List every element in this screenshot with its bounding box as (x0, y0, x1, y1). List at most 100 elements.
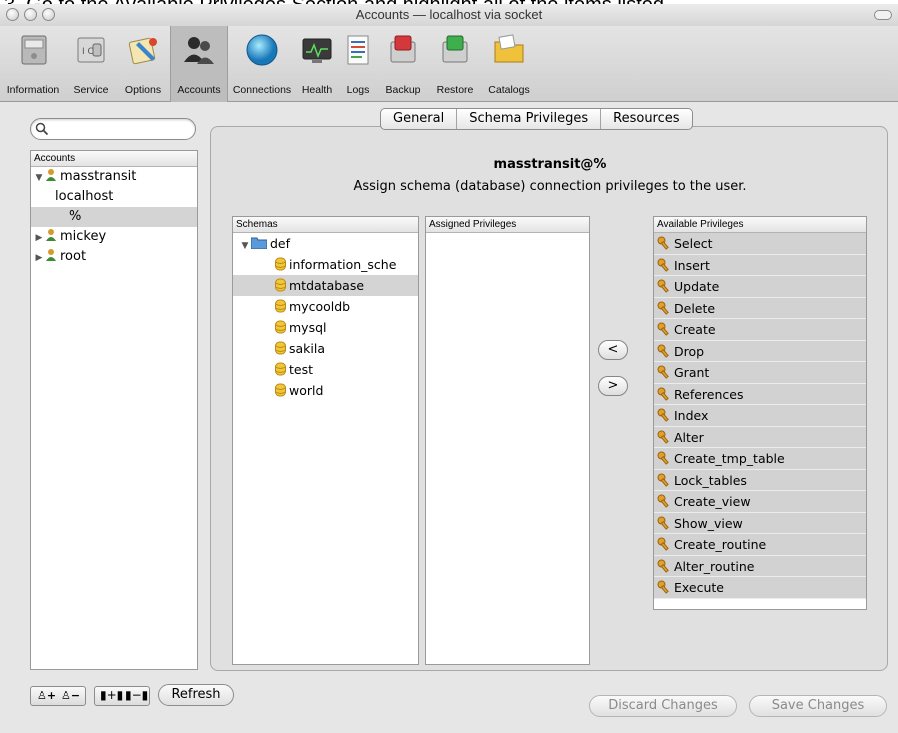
privilege-key-icon (657, 430, 669, 444)
toolbar-service[interactable]: I O Service (66, 26, 116, 102)
privilege-item[interactable]: Execute (654, 577, 866, 599)
privilege-key-icon (657, 279, 669, 293)
privilege-key-icon (657, 387, 669, 401)
search-input[interactable] (30, 118, 196, 140)
account-root[interactable]: ▶ root (31, 247, 197, 267)
add-host-icon[interactable]: ▮+▮ (100, 688, 123, 702)
toolbar-catalogs[interactable]: Catalogs (482, 26, 536, 102)
disclosure-open-icon[interactable]: ▼ (33, 168, 45, 188)
privilege-item[interactable]: Insert (654, 254, 866, 276)
panel-description: Assign schema (database) connection priv… (353, 179, 747, 194)
discard-changes-button[interactable]: Discard Changes (589, 695, 737, 717)
privilege-item[interactable]: Select (654, 233, 866, 255)
privilege-key-icon (657, 236, 669, 250)
toolbar-logs[interactable]: Logs (340, 26, 376, 102)
connections-globe-icon (246, 34, 278, 66)
privilege-key-icon (657, 301, 669, 315)
privilege-item[interactable]: Create_view (654, 491, 866, 513)
user-icon (46, 249, 56, 261)
account-mickey[interactable]: ▶ mickey (31, 227, 197, 247)
privilege-key-icon (657, 559, 669, 573)
health-monitor-icon (302, 38, 332, 63)
folder-icon (251, 237, 267, 249)
privilege-item[interactable]: Update (654, 276, 866, 298)
add-user-icon[interactable]: ♙+ (37, 689, 56, 702)
database-icon (275, 278, 286, 292)
backup-icon (390, 35, 416, 63)
available-privileges-list: Available Privileges Select Insert Update D… (653, 216, 867, 610)
privilege-item[interactable]: References (654, 383, 866, 405)
privilege-key-icon (657, 258, 669, 272)
schema-item-selected[interactable]: mtdatabase (233, 275, 418, 296)
database-icon (275, 257, 286, 271)
privilege-item[interactable]: Drop (654, 340, 866, 362)
account-masstransit[interactable]: ▼ masstransit (31, 167, 197, 187)
toolbar-information[interactable]: Information (2, 26, 64, 102)
privilege-item[interactable]: Lock_tables (654, 469, 866, 491)
privilege-item[interactable]: Create_tmp_table (654, 448, 866, 470)
user-title: masstransit@% (493, 157, 607, 172)
accounts-list: Accounts ▼ masstransit localhost % ▶ micke… (30, 150, 198, 670)
privilege-key-icon (657, 473, 669, 487)
user-icon (46, 229, 56, 241)
disclosure-closed-icon[interactable]: ▶ (33, 228, 45, 248)
privilege-key-icon (657, 322, 669, 336)
privilege-item[interactable]: Alter (654, 426, 866, 448)
tab-bar: General Schema Privileges Resources (380, 108, 693, 130)
toolbar-health[interactable]: Health (296, 26, 338, 102)
catalogs-folder-icon (494, 34, 524, 63)
privilege-item[interactable]: Grant (654, 362, 866, 384)
toolbar-options[interactable]: Options (118, 26, 168, 102)
schema-item[interactable]: mycooldb (233, 296, 418, 317)
schemas-header: Schemas (233, 217, 418, 233)
privilege-item[interactable]: Create (654, 319, 866, 341)
privilege-key-icon (657, 344, 669, 358)
remove-user-icon[interactable]: ♙− (61, 689, 80, 702)
logs-icon (347, 35, 369, 65)
refresh-button[interactable]: Refresh (158, 684, 234, 706)
database-icon (275, 341, 286, 355)
toolbar-accounts[interactable]: Accounts (170, 26, 228, 102)
toolbar-toggle-icon[interactable] (874, 10, 892, 20)
schemas-list: Schemas ▼ def information_sche mtdatabase… (232, 216, 419, 665)
available-privileges-header: Available Privileges (654, 217, 866, 233)
host-percent-selected[interactable]: % (31, 207, 197, 227)
toolbar-restore[interactable]: Restore (430, 26, 480, 102)
schema-root-def[interactable]: ▼ def (233, 233, 418, 254)
privilege-item[interactable]: Create_routine (654, 534, 866, 556)
privilege-key-icon (657, 580, 669, 594)
toolbar-connections[interactable]: Connections (230, 26, 294, 102)
schema-item[interactable]: world (233, 380, 418, 401)
accounts-header: Accounts (31, 151, 197, 167)
grant-privilege-button[interactable]: > (598, 376, 628, 396)
title-bar: Accounts — localhost via socket (0, 4, 898, 26)
add-remove-user-buttons: ♙+ ♙− (30, 686, 86, 706)
assigned-privileges-list[interactable]: Assigned Privileges (425, 216, 590, 665)
options-icon (128, 37, 157, 65)
tab-general[interactable]: General (381, 109, 458, 129)
save-changes-button[interactable]: Save Changes (749, 695, 887, 717)
remove-host-icon[interactable]: ▮−▮ (125, 688, 148, 702)
privilege-key-icon (657, 516, 669, 530)
toolbar-backup[interactable]: Backup (378, 26, 428, 102)
database-icon (275, 320, 286, 334)
accounts-icon (184, 37, 214, 64)
disclosure-closed-icon[interactable]: ▶ (33, 248, 45, 268)
add-remove-host-buttons: ▮+▮ ▮−▮ (94, 686, 150, 706)
tab-schema-privileges[interactable]: Schema Privileges (457, 109, 602, 129)
database-icon (275, 383, 286, 397)
privilege-item[interactable]: Alter_routine (654, 555, 866, 577)
tab-resources[interactable]: Resources (601, 109, 691, 129)
schema-item[interactable]: test (233, 359, 418, 380)
assigned-privileges-header: Assigned Privileges (426, 217, 589, 233)
privilege-item[interactable]: Show_view (654, 512, 866, 534)
revoke-privilege-button[interactable]: < (598, 340, 628, 360)
privilege-item[interactable]: Index (654, 405, 866, 427)
privilege-key-icon (657, 537, 669, 551)
schema-item[interactable]: mysql (233, 317, 418, 338)
host-localhost[interactable]: localhost (31, 187, 197, 207)
schema-item[interactable]: sakila (233, 338, 418, 359)
schema-item[interactable]: information_sche (233, 254, 418, 275)
search-icon (35, 122, 49, 136)
privilege-item[interactable]: Delete (654, 297, 866, 319)
